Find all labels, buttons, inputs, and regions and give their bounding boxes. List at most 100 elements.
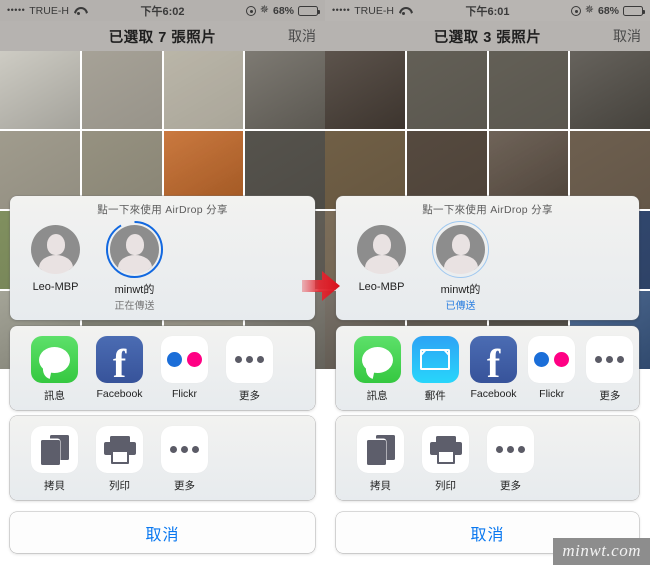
messages-icon (353, 336, 401, 383)
app-share-row: 訊息 郵件 f Facebook Flickr 更多 (336, 336, 639, 403)
status-bar-right: ••••• TRUE-H 下午6:01 ✵ 68% (325, 0, 650, 21)
share-target-label: 訊息 (366, 390, 388, 402)
avatar (106, 221, 163, 278)
airdrop-section-left: 點一下來使用 AirDrop 分享 Leo-MBP minwt的 正在傳送 (10, 196, 315, 320)
avatar (27, 221, 84, 278)
share-target-label: Facebook (470, 388, 517, 400)
share-sheet-left: 點一下來使用 AirDrop 分享 Leo-MBP minwt的 正在傳送 訊息… (10, 196, 315, 553)
share-target-mail[interactable]: 郵件 (406, 336, 464, 403)
share-target-flickr[interactable]: Flickr (523, 336, 581, 403)
share-target-flickr[interactable]: Flickr (152, 336, 217, 403)
photo-thumbnail[interactable] (570, 51, 650, 129)
action-label: 更多 (500, 480, 521, 492)
facebook-icon: f (470, 336, 517, 384)
share-sheet-right: 點一下來使用 AirDrop 分享 Leo-MBP minwt的 已傳送 訊息 … (336, 196, 639, 553)
airdrop-contact[interactable]: Leo-MBP (350, 221, 413, 312)
copy-icon (357, 426, 404, 473)
action-print[interactable]: 列印 (87, 426, 152, 493)
share-target-facebook[interactable]: f Facebook (87, 336, 152, 403)
share-target-more[interactable]: 更多 (217, 336, 282, 403)
more-icon (487, 426, 534, 473)
action-more[interactable]: 更多 (478, 426, 543, 493)
action-copy[interactable]: 拷貝 (348, 426, 413, 493)
status-bar-time: 下午6:01 (465, 5, 510, 18)
share-target-label: 更多 (239, 390, 260, 402)
action-label: 更多 (174, 480, 195, 492)
print-icon (422, 426, 469, 473)
mail-icon (411, 336, 459, 383)
nav-cancel-button[interactable]: 取消 (613, 26, 641, 46)
right-arrow-icon (302, 271, 340, 301)
airdrop-contact[interactable]: minwt的 已傳送 (429, 221, 492, 312)
nav-bar-left: 已選取 7 張照片 取消 (0, 21, 325, 51)
contact-name: Leo-MBP (32, 281, 79, 293)
app-share-row: 訊息 f Facebook Flickr 更多 (10, 336, 315, 403)
action-row: 拷貝 列印 更多 (10, 426, 315, 493)
avatar (432, 221, 489, 278)
page-title: 已選取 7 張照片 (108, 29, 217, 46)
photo-thumbnail[interactable] (325, 51, 405, 129)
photo-thumbnail[interactable] (245, 51, 325, 129)
airdrop-section-right: 點一下來使用 AirDrop 分享 Leo-MBP minwt的 已傳送 (336, 196, 639, 320)
avatar-icon (31, 225, 80, 274)
more-icon (226, 336, 273, 383)
avatar-icon (357, 225, 406, 274)
airdrop-contacts: Leo-MBP minwt的 已傳送 (336, 221, 639, 312)
share-target-label: Flickr (171, 388, 198, 400)
share-target-label: Flickr (539, 388, 565, 400)
location-icon (570, 5, 581, 16)
airdrop-contact[interactable]: Leo-MBP (24, 221, 87, 312)
phone-screenshot-left: ••••• TRUE-H 下午6:02 ✵ 68% 已選取 7 張照片 取消 點… (0, 0, 325, 569)
share-target-more[interactable]: 更多 (581, 336, 639, 403)
contact-status: 正在傳送 (114, 301, 155, 312)
share-target-label: 訊息 (44, 390, 65, 402)
more-icon (586, 336, 634, 383)
action-more[interactable]: 更多 (152, 426, 217, 493)
photo-thumbnail[interactable] (163, 51, 244, 129)
flickr-icon (528, 336, 576, 383)
avatar (353, 221, 410, 278)
airdrop-contacts: Leo-MBP minwt的 正在傳送 (10, 221, 315, 312)
photo-thumbnail[interactable] (0, 51, 80, 129)
contact-status: 已傳送 (445, 301, 476, 312)
share-target-label: Facebook (96, 388, 143, 400)
action-print[interactable]: 列印 (413, 426, 478, 493)
action-label: 列印 (109, 480, 130, 492)
status-bar-time: 下午6:02 (140, 5, 185, 18)
app-share-section-right: 訊息 郵件 f Facebook Flickr 更多 (336, 326, 639, 410)
progress-ring (106, 221, 163, 278)
location-icon (245, 5, 256, 16)
progress-ring (432, 221, 489, 278)
photo-thumbnail[interactable] (81, 51, 162, 129)
contact-name: minwt的 (440, 284, 481, 296)
comparison-stage: ••••• TRUE-H 下午6:02 ✵ 68% 已選取 7 張照片 取消 點… (0, 0, 650, 569)
photo-thumbnail[interactable] (406, 51, 487, 129)
share-target-facebook[interactable]: f Facebook (464, 336, 522, 403)
airdrop-hint: 點一下來使用 AirDrop 分享 (422, 204, 553, 216)
action-section-right: 拷貝 列印 更多 (336, 416, 639, 500)
airdrop-contact[interactable]: minwt的 正在傳送 (103, 221, 166, 312)
action-label: 拷貝 (44, 480, 65, 492)
flickr-icon (161, 336, 208, 383)
action-label: 拷貝 (370, 480, 391, 492)
nav-cancel-button[interactable]: 取消 (288, 26, 316, 46)
contact-name: Leo-MBP (358, 281, 405, 293)
watermark: minwt.com (553, 538, 650, 565)
airdrop-hint: 點一下來使用 AirDrop 分享 (97, 204, 228, 216)
battery-icon (623, 5, 645, 16)
action-row: 拷貝 列印 更多 (336, 426, 639, 493)
cancel-button[interactable]: 取消 (10, 512, 315, 553)
action-label: 列印 (435, 480, 456, 492)
nav-bar-right: 已選取 3 張照片 取消 (325, 21, 650, 51)
action-section-left: 拷貝 列印 更多 (10, 416, 315, 500)
status-bar-left: ••••• TRUE-H 下午6:02 ✵ 68% (0, 0, 325, 21)
share-target-label: 郵件 (424, 390, 446, 402)
contact-name: minwt的 (114, 284, 155, 296)
action-copy[interactable]: 拷貝 (22, 426, 87, 493)
share-target-messages[interactable]: 訊息 (22, 336, 87, 403)
page-title: 已選取 3 張照片 (433, 29, 542, 46)
photo-thumbnail[interactable] (488, 51, 569, 129)
share-target-label: 更多 (599, 390, 621, 402)
copy-icon (31, 426, 78, 473)
share-target-messages[interactable]: 訊息 (348, 336, 406, 403)
